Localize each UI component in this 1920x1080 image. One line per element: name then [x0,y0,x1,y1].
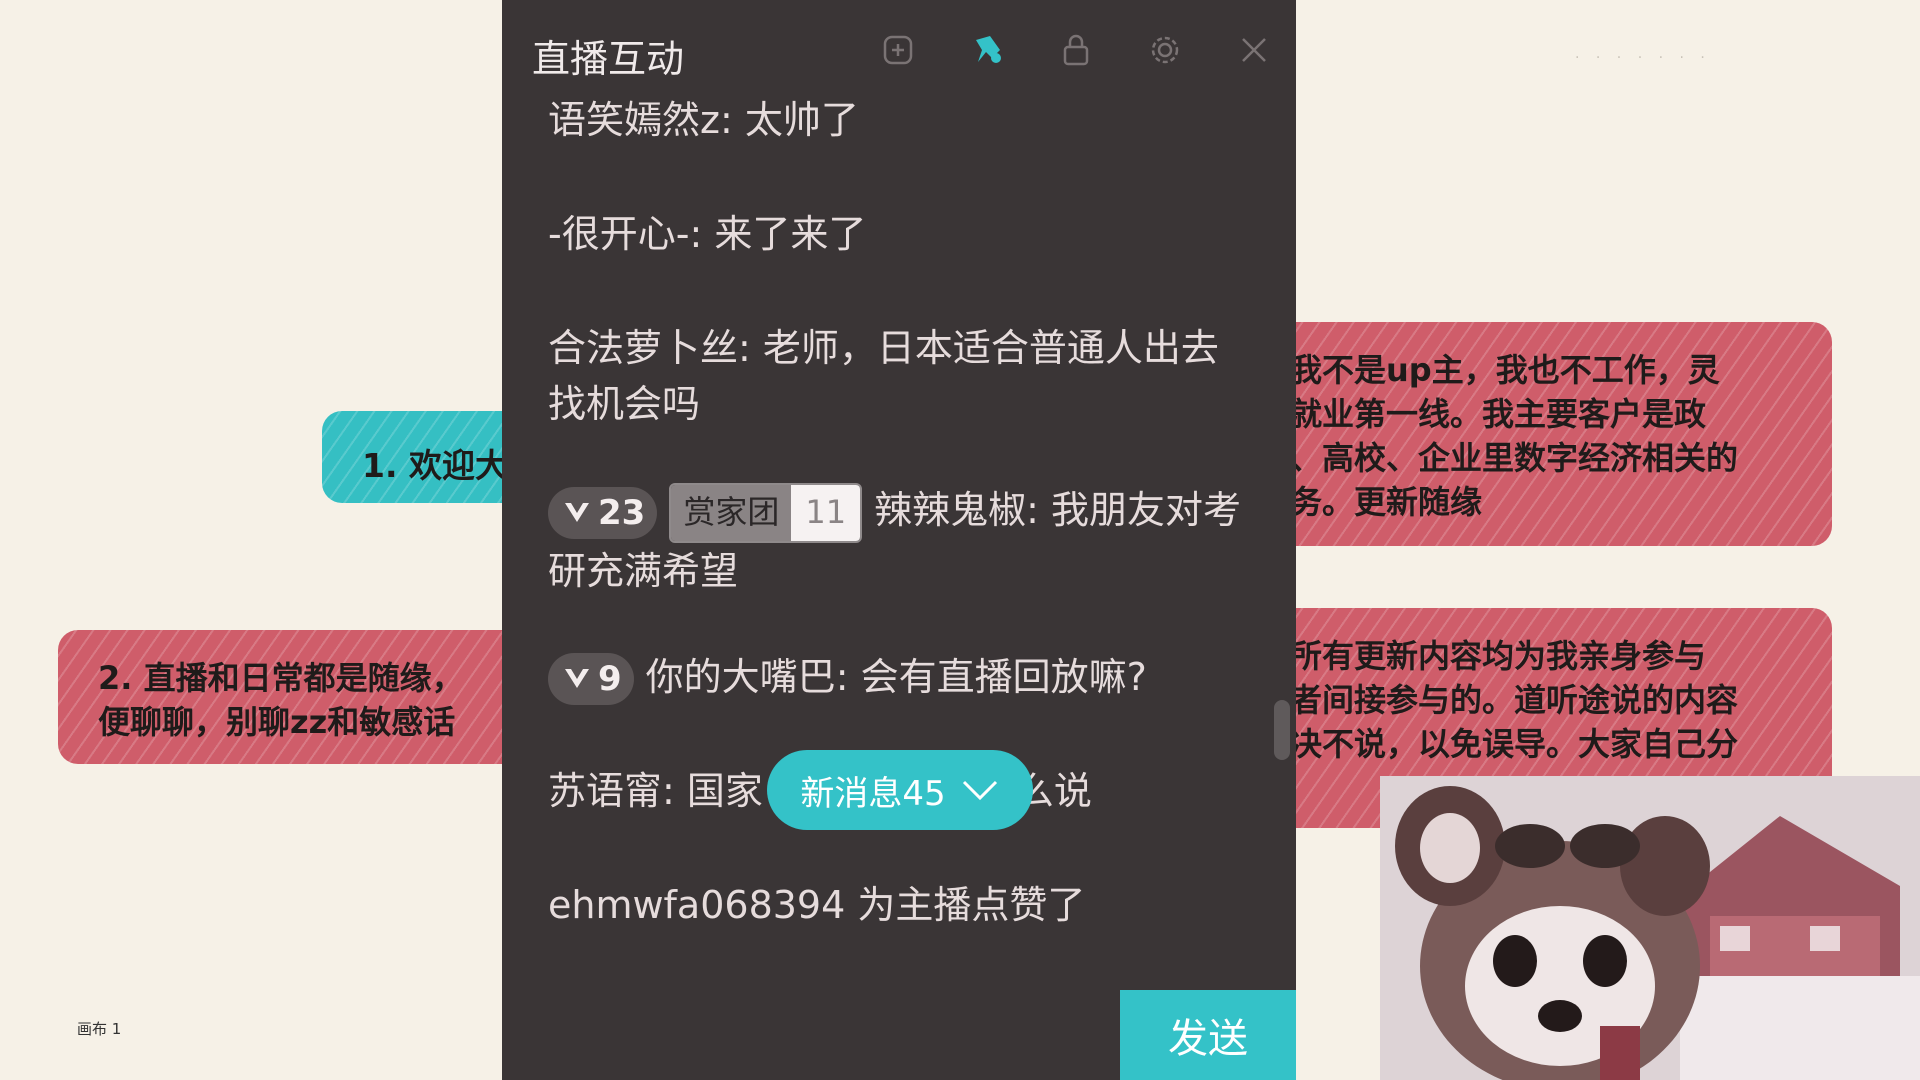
note-text-line: 就业第一线。我主要客户是政 [1290,395,1707,433]
user-level: 23 [598,492,646,533]
chat-message: 23 赏家团 11 辣辣鬼椒: 我朋友对考研充满希望 [548,482,1268,599]
user-level: 9 [598,659,622,699]
chat-title: 直播互动 [532,37,685,81]
separator: : [689,212,715,256]
red-panda-image [1380,776,1920,1080]
user-level-badge: 23 [548,486,658,539]
chat-username[interactable]: 语笑嫣然z [548,98,720,142]
chat-message: -很开心-: 来了来了 [548,206,1268,262]
live-chat-panel: 直播互动 语笑嫣然z: 太帅了 -很开心-: 来了来了 合法萝卜丝: 老师，日本… [502,0,1296,1080]
gear-icon[interactable] [1145,30,1185,70]
chat-username[interactable]: 苏语甯 [548,769,662,813]
separator: : [719,98,745,142]
chat-header: 直播互动 [502,0,1296,100]
whiteboard-canvas: · · · · · · · 1. 欢迎大 2. 直播和日常都是随缘， 便聊聊，别… [0,0,1920,1080]
chat-text: 国家 [686,769,763,813]
fan-club-name: 赏家团 [671,484,792,541]
separator: : [835,654,861,699]
fan-club-level: 11 [791,484,861,541]
sticky-note-rules: 2. 直播和日常都是随缘， 便聊聊，别聊zz和敏感话 [58,630,528,764]
user-level-badge: 9 [548,653,634,705]
faint-top-right-text: · · · · · · · [1575,50,1711,66]
level-crest-icon [565,669,589,688]
system-text: ehmwfa068394 为主播点赞了 [548,883,1086,927]
chat-message: 合法萝卜丝: 老师，日本适合普通人出去找机会吗 [548,320,1248,432]
new-messages-button[interactable]: 新消息45 [767,750,1033,830]
chat-username[interactable]: 你的大嘴巴 [646,655,836,699]
note-text-line: 、高校、企业里数字经济相关的 [1290,439,1739,477]
sticky-note-intro: 我不是up主，我也不工作，灵 就业第一线。我主要客户是政 、高校、企业里数字经济… [1250,322,1832,546]
chevron-down-icon [962,780,997,801]
fan-club-badge[interactable]: 赏家团 11 [669,482,863,543]
note-text-line: 务。更新随缘 [1290,483,1483,521]
chat-username[interactable]: 合法萝卜丝 [548,326,738,370]
compact-mode-icon[interactable] [878,30,918,70]
new-messages-label: 新消息45 [800,773,946,814]
chat-username[interactable]: 辣辣鬼椒 [874,488,1026,532]
separator: : [662,769,687,813]
separator: : [738,326,763,370]
note-text-line: 所有更新内容均为我亲身参与 [1290,637,1707,675]
lock-icon[interactable] [1056,30,1096,70]
chat-text: 会有直播回放嘛? [860,654,1147,699]
chat-message: 9 你的大嘴巴: 会有直播回放嘛? [548,649,1268,705]
webcam-feed [1380,776,1920,1080]
close-icon[interactable] [1234,30,1274,70]
note-text-line: 便聊聊，别聊zz和敏感话 [98,703,456,741]
note-text-line: 我不是up主，我也不工作，灵 [1290,351,1720,389]
note-text-line: 决不说，以免误导。大家自己分 [1290,725,1739,763]
chat-text: 太帅了 [744,98,859,142]
chat-username[interactable]: -很开心- [548,212,689,256]
note-text-line: 2. 直播和日常都是随缘， [98,659,464,697]
system-message: ehmwfa068394 为主播点赞了 [548,877,1268,933]
chat-message: 语笑嫣然z: 太帅了 [548,92,1268,148]
send-button[interactable]: 发送 [1120,990,1296,1080]
canvas-label: 画布 1 [77,1020,122,1038]
pin-icon[interactable] [968,30,1008,70]
separator: : [1026,488,1051,532]
level-crest-icon [565,502,589,522]
scrollbar-thumb[interactable] [1274,700,1290,760]
note-text-line: 者间接参与的。道听途说的内容 [1290,681,1739,719]
chat-text: 来了来了 [714,212,867,256]
